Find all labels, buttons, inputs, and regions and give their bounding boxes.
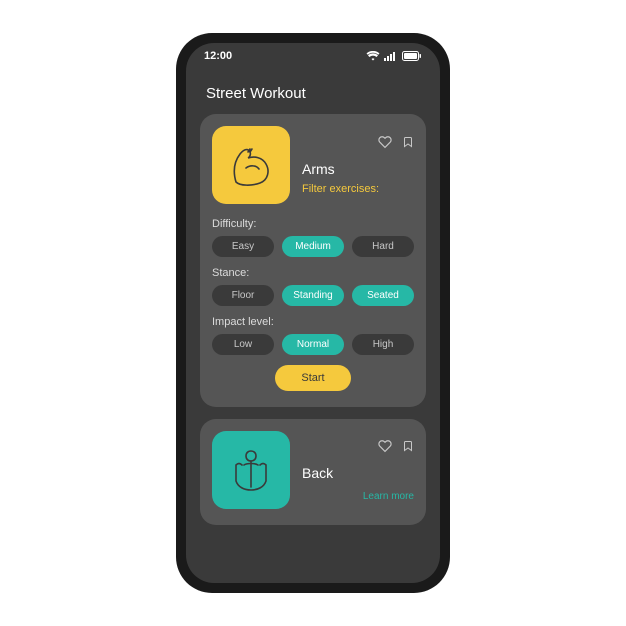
filter-exercises-label: Filter exercises: bbox=[302, 183, 414, 195]
pill-low[interactable]: Low bbox=[212, 334, 274, 355]
filter-stance: Stance: Floor Standing Seated bbox=[212, 267, 414, 306]
card-meta-back: Back Learn more bbox=[302, 431, 414, 509]
pill-normal[interactable]: Normal bbox=[282, 334, 344, 355]
filter-impact: Impact level: Low Normal High bbox=[212, 316, 414, 355]
impact-label: Impact level: bbox=[212, 316, 414, 328]
pill-medium[interactable]: Medium bbox=[282, 236, 344, 257]
status-bar: 12:00 bbox=[186, 43, 440, 69]
screen: 12:00 Street Workout bbox=[186, 43, 440, 583]
pill-standing[interactable]: Standing bbox=[282, 285, 344, 306]
pill-easy[interactable]: Easy bbox=[212, 236, 274, 257]
stance-label: Stance: bbox=[212, 267, 414, 279]
pill-seated[interactable]: Seated bbox=[352, 285, 414, 306]
learn-more-link[interactable]: Learn more bbox=[302, 491, 414, 502]
card-title-arms: Arms bbox=[302, 161, 414, 177]
status-time: 12:00 bbox=[204, 50, 232, 62]
card-header-arms: Arms Filter exercises: bbox=[212, 126, 414, 204]
card-header-back: Back Learn more bbox=[212, 431, 414, 509]
start-button[interactable]: Start bbox=[275, 365, 350, 391]
phone-frame: 12:00 Street Workout bbox=[176, 33, 450, 593]
signal-icon bbox=[384, 51, 398, 61]
heart-icon[interactable] bbox=[378, 135, 392, 149]
status-right bbox=[366, 51, 422, 61]
card-arms: Arms Filter exercises: Difficulty: Easy … bbox=[200, 114, 426, 407]
pill-high[interactable]: High bbox=[352, 334, 414, 355]
back-icon bbox=[212, 431, 290, 509]
wifi-icon bbox=[366, 51, 380, 61]
difficulty-label: Difficulty: bbox=[212, 218, 414, 230]
bookmark-icon[interactable] bbox=[402, 135, 414, 149]
pill-floor[interactable]: Floor bbox=[212, 285, 274, 306]
card-back: Back Learn more bbox=[200, 419, 426, 525]
content: Arms Filter exercises: Difficulty: Easy … bbox=[186, 114, 440, 583]
card-title-back: Back bbox=[302, 465, 414, 481]
pill-hard[interactable]: Hard bbox=[352, 236, 414, 257]
filter-difficulty: Difficulty: Easy Medium Hard bbox=[212, 218, 414, 257]
arms-icon bbox=[212, 126, 290, 204]
bookmark-icon[interactable] bbox=[402, 439, 414, 453]
app-title: Street Workout bbox=[186, 69, 440, 114]
card-meta-arms: Arms Filter exercises: bbox=[302, 126, 414, 204]
heart-icon[interactable] bbox=[378, 439, 392, 453]
battery-icon bbox=[402, 51, 422, 61]
